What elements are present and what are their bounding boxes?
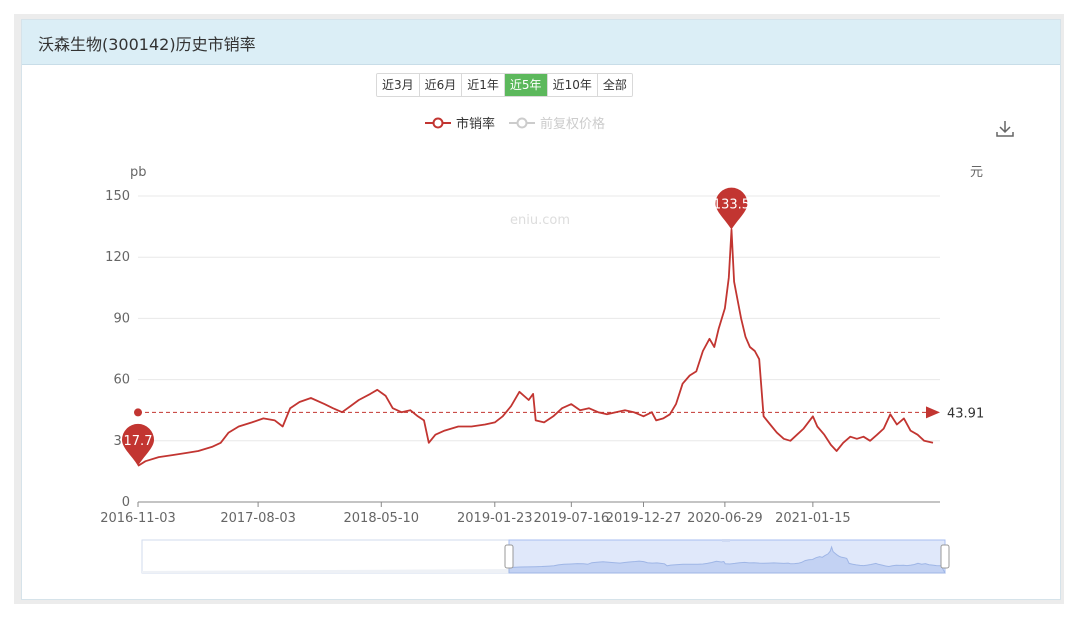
- x-tick-label: 2019-01-23: [457, 511, 533, 526]
- mark-point-max: 133.5: [713, 187, 750, 230]
- average-line-arrow: [926, 406, 940, 419]
- mark-point-label: 17.7: [124, 434, 153, 449]
- y-axis-left-label: pb: [130, 165, 147, 180]
- y-axis-right-label: 元: [970, 165, 983, 180]
- mark-point-label: 133.5: [713, 198, 750, 213]
- y-tick-label: 120: [105, 250, 130, 265]
- watermark: eniu.com: [510, 213, 570, 228]
- zoom-handle-1[interactable]: [940, 544, 950, 569]
- x-tick-label: 2017-08-03: [220, 511, 296, 526]
- y-tick-label: 150: [105, 189, 130, 204]
- x-tick-label: 2019-12-27: [606, 511, 682, 526]
- x-tick-label: 2016-11-03: [100, 511, 176, 526]
- y-tick-label: 0: [122, 495, 130, 510]
- x-tick-label: 2021-01-15: [775, 511, 851, 526]
- zoom-handle-0[interactable]: [504, 544, 514, 569]
- average-line-label: 43.91: [947, 406, 984, 421]
- x-tick-label: 2020-06-29: [687, 511, 763, 526]
- y-tick-label: 60: [113, 373, 130, 388]
- market-sales-ratio-chart: eniu.compb 元03060901201502016-11-03 2017-0…: [100, 165, 984, 574]
- average-line-start: [134, 408, 142, 417]
- y-tick-label: 90: [113, 311, 130, 326]
- series-line-0: [137, 228, 934, 467]
- zoom-drag-grip: [722, 539, 730, 542]
- x-tick-label: 2018-05-10: [344, 511, 420, 526]
- x-tick-label: 2019-07-16: [534, 511, 610, 526]
